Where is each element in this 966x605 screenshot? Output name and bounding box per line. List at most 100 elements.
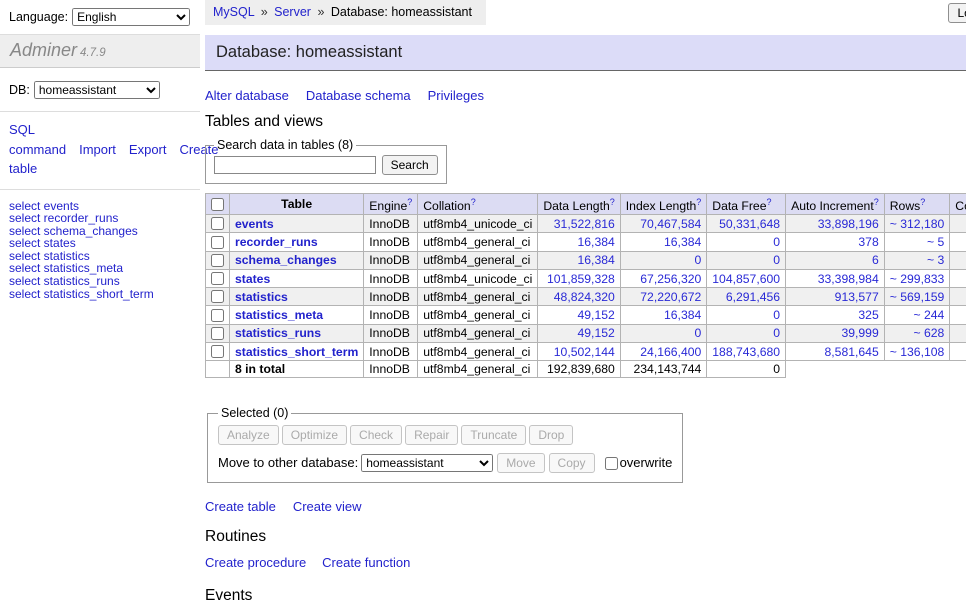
help-icon[interactable]: ? (874, 197, 879, 207)
index-length-link[interactable]: 67,256,320 (640, 272, 701, 286)
row-checkbox[interactable] (211, 290, 224, 303)
data-length-link[interactable]: 49,152 (578, 308, 615, 322)
row-checkbox[interactable] (211, 236, 224, 249)
data-free-link[interactable]: 0 (773, 326, 780, 340)
selected-action-button[interactable]: Check (350, 425, 402, 445)
search-input[interactable] (214, 156, 376, 174)
selected-action-button[interactable]: Repair (405, 425, 458, 445)
data-length-link[interactable]: 31,522,816 (554, 217, 615, 231)
table-name-link[interactable]: states (235, 272, 270, 286)
sidebar-action-link[interactable]: Export (129, 142, 167, 157)
database-action-link[interactable]: Privileges (428, 88, 484, 103)
selected-action-button[interactable]: Analyze (218, 425, 279, 445)
create-link[interactable]: Create table (205, 499, 276, 514)
index-length-link[interactable]: 16,384 (664, 235, 701, 249)
search-legend: Search data in tables (8) (214, 138, 356, 152)
db-select[interactable]: homeassistant (34, 81, 160, 99)
auto-increment-link[interactable]: 378 (858, 235, 878, 249)
data-length-link[interactable]: 16,384 (578, 235, 615, 249)
index-length-link[interactable]: 16,384 (664, 308, 701, 322)
rows-link[interactable]: ~ 312,180 (890, 217, 945, 231)
row-checkbox[interactable] (211, 345, 224, 358)
select-all-checkbox[interactable] (211, 198, 224, 211)
table-name-link[interactable]: statistics_runs (235, 326, 321, 340)
logout-button[interactable]: Logout (948, 3, 966, 23)
database-action-link[interactable]: Alter database (205, 88, 289, 103)
auto-increment-link[interactable]: 913,577 (835, 290, 879, 304)
sidebar-table-link[interactable]: select states (9, 237, 200, 250)
row-checkbox[interactable] (211, 272, 224, 285)
language-select[interactable]: English (72, 8, 190, 26)
routine-link[interactable]: Create function (322, 555, 410, 570)
rows-link[interactable]: ~ 3 (927, 253, 944, 267)
sidebar-table-link[interactable]: select statistics_short_term (9, 288, 200, 301)
row-checkbox[interactable] (211, 254, 224, 267)
breadcrumb-server-link[interactable]: Server (274, 5, 311, 19)
data-free-link[interactable]: 0 (773, 308, 780, 322)
help-icon[interactable]: ? (471, 197, 476, 207)
index-length-link[interactable]: 70,467,584 (640, 217, 701, 231)
rows-link[interactable]: ~ 628 (913, 326, 944, 340)
auto-increment-link[interactable]: 33,898,196 (818, 217, 879, 231)
index-length-link[interactable]: 0 (695, 253, 702, 267)
sidebar-action-link[interactable]: Import (79, 142, 116, 157)
rows-link[interactable]: ~ 299,833 (890, 272, 945, 286)
data-free-link[interactable]: 0 (773, 235, 780, 249)
overwrite-checkbox[interactable] (605, 457, 618, 470)
table-name-link[interactable]: statistics_short_term (235, 345, 358, 359)
data-length-link[interactable]: 16,384 (578, 253, 615, 267)
help-icon[interactable]: ? (920, 197, 925, 207)
row-checkbox[interactable] (211, 327, 224, 340)
rows-link[interactable]: ~ 5 (927, 235, 944, 249)
routine-link[interactable]: Create procedure (205, 555, 306, 570)
table-name-link[interactable]: recorder_runs (235, 235, 318, 249)
rows-link[interactable]: ~ 244 (913, 308, 944, 322)
move-label: Move to other database: (218, 455, 358, 470)
index-length-link[interactable]: 72,220,672 (640, 290, 701, 304)
data-length-link[interactable]: 10,502,144 (554, 345, 615, 359)
data-length-link[interactable]: 49,152 (578, 326, 615, 340)
data-free-link[interactable]: 188,743,680 (712, 345, 780, 359)
help-icon[interactable]: ? (696, 197, 701, 207)
help-icon[interactable]: ? (610, 197, 615, 207)
comment-cell (950, 233, 966, 251)
row-checkbox[interactable] (211, 217, 224, 230)
auto-increment-link[interactable]: 6 (872, 253, 879, 267)
table-name-link[interactable]: schema_changes (235, 253, 337, 267)
create-link[interactable]: Create view (293, 499, 362, 514)
selected-action-button[interactable]: Drop (529, 425, 573, 445)
help-icon[interactable]: ? (407, 197, 412, 207)
table-name-link[interactable]: statistics_meta (235, 308, 323, 322)
data-length-link[interactable]: 48,824,320 (554, 290, 615, 304)
index-length-link[interactable]: 0 (695, 326, 702, 340)
data-length-link[interactable]: 101,859,328 (547, 272, 615, 286)
table-name-link[interactable]: events (235, 217, 274, 231)
rows-link[interactable]: ~ 136,108 (890, 345, 945, 359)
copy-button[interactable]: Copy (549, 453, 595, 473)
data-free-link[interactable]: 50,331,648 (719, 217, 780, 231)
move-db-select[interactable]: homeassistant (361, 454, 493, 472)
index-length-link[interactable]: 24,166,400 (640, 345, 701, 359)
auto-increment-link[interactable]: 325 (858, 308, 878, 322)
table-name-link[interactable]: statistics (235, 290, 288, 304)
move-button[interactable]: Move (497, 453, 544, 473)
rows-link[interactable]: ~ 569,159 (890, 290, 945, 304)
auto-increment-link[interactable]: 39,999 (841, 326, 878, 340)
row-checkbox[interactable] (211, 309, 224, 322)
breadcrumb-mysql-link[interactable]: MySQL (213, 5, 254, 19)
data-free-link[interactable]: 104,857,600 (712, 272, 780, 286)
sidebar-table-link[interactable]: select recorder_runs (9, 212, 200, 225)
selected-action-button[interactable]: Optimize (282, 425, 347, 445)
sidebar-table-link[interactable]: select statistics_runs (9, 275, 200, 288)
index-length-cell: 24,166,400 (620, 343, 707, 361)
auto-increment-link[interactable]: 8,581,645 (825, 345, 879, 359)
database-action-link[interactable]: Database schema (306, 88, 411, 103)
data-free-link[interactable]: 6,291,456 (726, 290, 780, 304)
data-free-link[interactable]: 0 (773, 253, 780, 267)
help-icon[interactable]: ? (766, 197, 771, 207)
sidebar-action-link[interactable]: SQL command (9, 122, 66, 157)
auto-increment-link[interactable]: 33,398,984 (818, 272, 879, 286)
breadcrumb: MySQL » Server » Database: homeassistant (205, 0, 486, 25)
selected-action-button[interactable]: Truncate (461, 425, 526, 445)
search-button[interactable]: Search (382, 155, 438, 175)
